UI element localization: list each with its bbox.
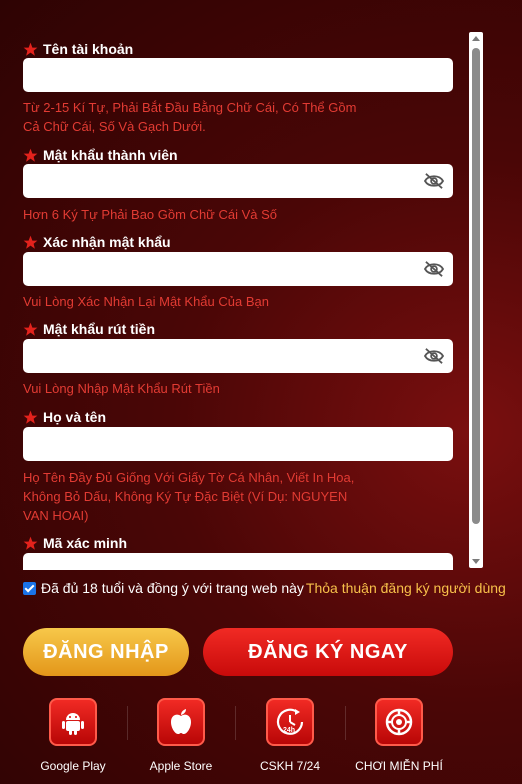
scrollbar-thumb[interactable] xyxy=(472,48,480,524)
full-name-label: Họ và tên xyxy=(43,409,107,425)
username-hint: Từ 2-15 Kí Tự, Phải Bắt Đầu Bằng Chữ Cái… xyxy=(23,100,357,134)
verification-code-input[interactable] xyxy=(23,553,453,570)
chip-icon xyxy=(375,698,423,746)
required-star-icon xyxy=(23,536,38,550)
confirm-password-input[interactable] xyxy=(23,252,453,286)
required-star-icon xyxy=(23,148,38,162)
full-name-hint: Họ Tên Đầy Đủ Giống Với Giấy Tờ Cá Nhân,… xyxy=(23,470,355,523)
scroll-up-arrow-icon[interactable] xyxy=(472,36,480,41)
agreement-row: Đã đủ 18 tuổi và đồng ý với trang web nà… xyxy=(23,580,506,596)
footer-item-support[interactable]: 24h CSKH 7/24 xyxy=(235,698,345,773)
full-name-input[interactable] xyxy=(23,427,453,461)
withdraw-password-input[interactable] xyxy=(23,339,453,373)
footer-label: CHƠI MIỄN PHÍ xyxy=(355,759,443,773)
password-hint: Hơn 6 Ký Tự Phải Bao Gồm Chữ Cái Và Số xyxy=(23,207,278,222)
confirm-password-hint: Vui Lòng Xác Nhận Lại Mật Khẩu Của Bạn xyxy=(23,294,269,309)
username-field-group: Tên tài khoản Từ 2-15 Kí Tự, Phải Bắt Đầ… xyxy=(23,40,453,134)
svg-text:24h: 24h xyxy=(283,727,295,734)
user-agreement-link[interactable]: Thỏa thuận đăng ký người dùng xyxy=(306,580,506,596)
eye-hidden-icon[interactable] xyxy=(423,260,445,278)
footer-item-apple-store[interactable]: Apple Store xyxy=(126,698,236,773)
required-star-icon xyxy=(23,322,38,336)
verification-code-field-group: Mã xác minh xyxy=(23,534,453,570)
apple-icon xyxy=(157,698,205,746)
username-label: Tên tài khoản xyxy=(43,41,134,57)
login-button[interactable]: ĐĂNG NHẬP xyxy=(23,628,189,676)
agreement-text: Đã đủ 18 tuổi và đồng ý với trang web nà… xyxy=(41,580,304,596)
withdraw-password-field-group: Mật khẩu rút tiền Vui Lòng Nhập Mật Khẩu… xyxy=(23,320,453,396)
verification-code-label: Mã xác minh xyxy=(43,535,128,551)
footer-label: Google Play xyxy=(40,759,106,773)
username-input[interactable] xyxy=(23,58,453,92)
footer-item-play-free[interactable]: CHƠI MIỄN PHÍ xyxy=(344,698,454,773)
android-icon xyxy=(49,698,97,746)
required-star-icon xyxy=(23,42,38,56)
register-button[interactable]: ĐĂNG KÝ NGAY xyxy=(203,628,453,676)
footer-item-google-play[interactable]: Google Play xyxy=(18,698,128,773)
withdraw-password-label: Mật khẩu rút tiền xyxy=(43,321,156,337)
required-star-icon xyxy=(23,410,38,424)
withdraw-password-hint: Vui Lòng Nhập Mật Khẩu Rút Tiền xyxy=(23,381,220,396)
eye-hidden-icon[interactable] xyxy=(423,172,445,190)
agree-checkbox[interactable] xyxy=(23,581,36,595)
footer-label: Apple Store xyxy=(149,759,213,773)
full-name-field-group: Họ và tên Họ Tên Đầy Đủ Giống Với Giấy T… xyxy=(23,408,453,523)
password-field-group: Mật khẩu thành viên Hơn 6 Ký Tự Phải Bao… xyxy=(23,146,453,222)
registration-form: Tên tài khoản Từ 2-15 Kí Tự, Phải Bắt Đầ… xyxy=(0,0,522,570)
password-label: Mật khẩu thành viên xyxy=(43,147,178,163)
support-24h-icon: 24h xyxy=(266,698,314,746)
scroll-down-arrow-icon[interactable] xyxy=(472,559,480,564)
password-input[interactable] xyxy=(23,164,453,198)
footer-label: CSKH 7/24 xyxy=(259,759,321,773)
confirm-password-field-group: Xác nhận mật khẩu Vui Lòng Xác Nhận Lại … xyxy=(23,233,453,309)
required-star-icon xyxy=(23,235,38,249)
form-scrollbar[interactable] xyxy=(469,32,483,568)
footer-bar: Google Play Apple Store 24h CSKH 7/24 CH… xyxy=(0,698,522,784)
confirm-password-label: Xác nhận mật khẩu xyxy=(43,234,171,250)
eye-hidden-icon[interactable] xyxy=(423,347,445,365)
